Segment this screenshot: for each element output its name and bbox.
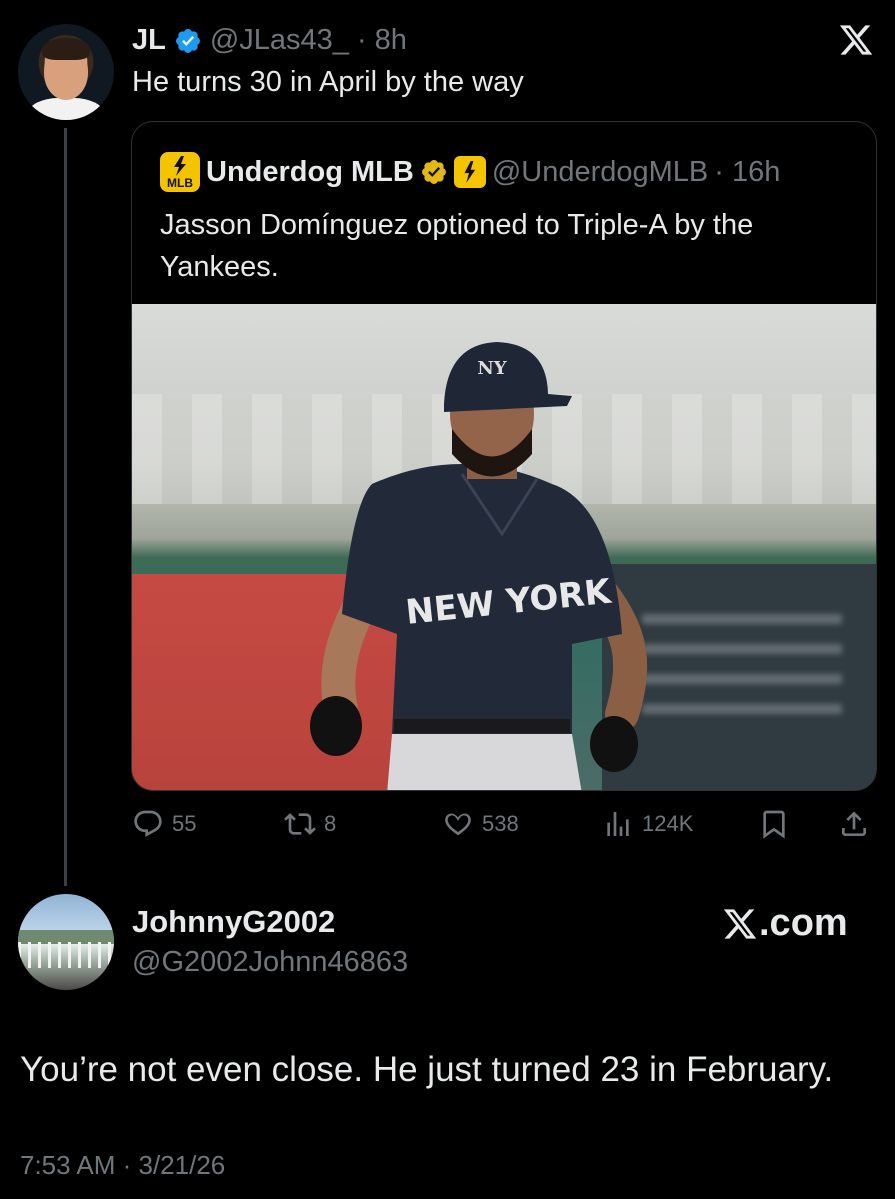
xcom-text: .com bbox=[759, 902, 848, 944]
quote-photo[interactable]: NEW YORK NY bbox=[132, 304, 876, 790]
repost-count: 8 bbox=[324, 811, 337, 836]
quote-time-ago: · 16h bbox=[714, 155, 781, 188]
jl-avatar[interactable] bbox=[18, 24, 114, 120]
johnny-avatar[interactable] bbox=[18, 894, 114, 990]
reply-text: You’re not even close. He just turned 23… bbox=[20, 1050, 834, 1089]
tweet-text: He turns 30 in April by the way bbox=[132, 66, 524, 98]
share-icon bbox=[842, 811, 866, 836]
quote-author-handle[interactable]: @UnderdogMLB bbox=[492, 156, 708, 189]
baseball-player-image: NEW YORK NY bbox=[310, 342, 648, 790]
logo-label: MLB bbox=[167, 176, 193, 190]
like-button[interactable]: 538 bbox=[442, 808, 519, 840]
verified-badge-icon bbox=[421, 160, 446, 184]
x-logo-icon bbox=[723, 908, 757, 939]
share-button[interactable] bbox=[838, 808, 870, 840]
bookmark-icon bbox=[763, 810, 785, 839]
reply-count: 55 bbox=[172, 811, 197, 836]
xcom-watermark: .com bbox=[722, 902, 848, 945]
svg-text:NY: NY bbox=[477, 358, 507, 379]
like-count: 538 bbox=[482, 811, 519, 836]
views-count: 124K bbox=[642, 811, 694, 836]
reply-author-handle[interactable]: @G2002Johnn46863 bbox=[132, 946, 408, 979]
reply-author-name[interactable]: JohnnyG2002 bbox=[132, 904, 335, 940]
author-handle[interactable]: @JLas43_ bbox=[210, 24, 349, 57]
affiliate-badge-icon bbox=[453, 156, 486, 188]
avatar-railing bbox=[18, 942, 114, 968]
thread-line bbox=[64, 128, 67, 886]
quote-text: Jasson Domínguez optioned to Triple-A by… bbox=[160, 209, 754, 283]
verified-badge-icon bbox=[175, 28, 200, 53]
tweet-header: JL @JLas43_ · 8h bbox=[132, 24, 407, 57]
like-icon bbox=[445, 813, 471, 836]
repost-icon bbox=[284, 813, 316, 835]
quote-author-name[interactable]: Underdog MLB bbox=[206, 156, 414, 189]
quote-card[interactable]: MLB Underdog MLB @UnderdogMLB · 16h Jass… bbox=[131, 121, 877, 791]
repost-button[interactable]: 8 bbox=[284, 808, 336, 840]
underdog-logo-icon: MLB bbox=[160, 152, 200, 192]
reply-button[interactable]: 55 bbox=[132, 808, 196, 840]
bookmark-button[interactable] bbox=[758, 808, 790, 840]
time-ago: · 8h bbox=[356, 24, 407, 56]
action-bar: 55 8 538 124K bbox=[132, 808, 877, 848]
avatar-hair bbox=[42, 38, 90, 60]
author-name[interactable]: JL bbox=[132, 24, 166, 57]
reply-timestamp[interactable]: 7:53 AM · 3/21/26 bbox=[20, 1150, 225, 1181]
views-button[interactable]: 124K bbox=[602, 808, 693, 840]
reply-icon bbox=[134, 810, 162, 837]
quote-header: MLB Underdog MLB @UnderdogMLB · 16h bbox=[160, 152, 780, 192]
avatar-shirt bbox=[28, 98, 104, 120]
views-icon bbox=[607, 812, 629, 836]
x-logo-icon[interactable] bbox=[836, 22, 876, 62]
